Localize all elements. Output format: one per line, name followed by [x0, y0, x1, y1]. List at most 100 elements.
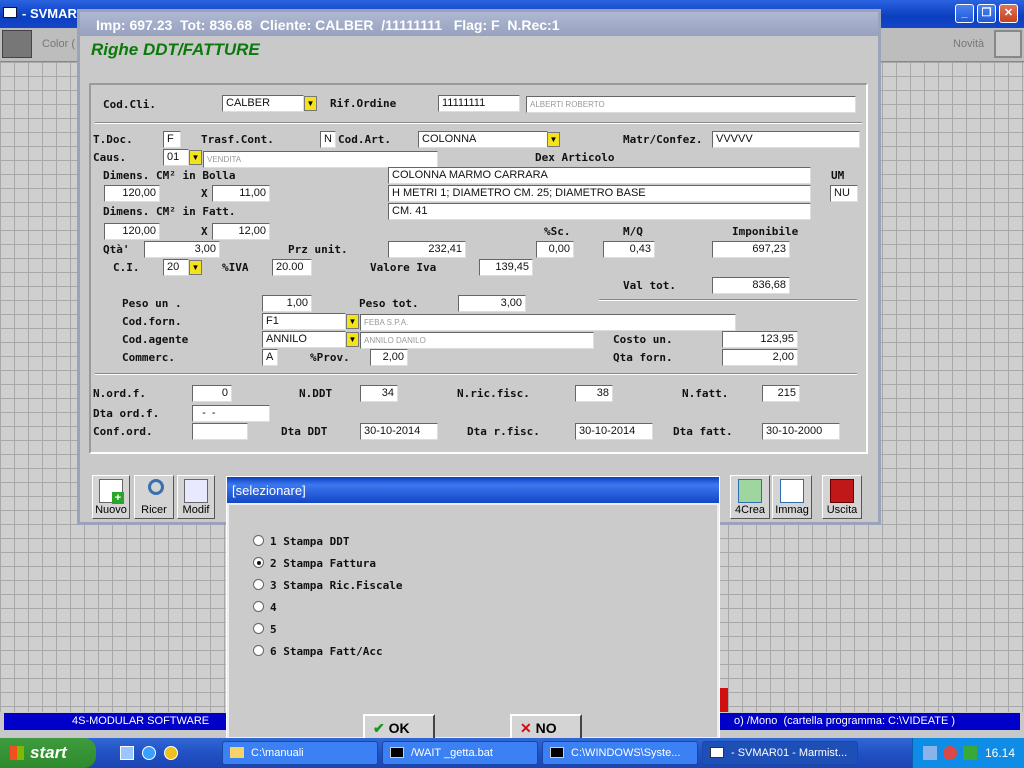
option-stampa-ddt[interactable]: 1 Stampa DDT	[253, 535, 349, 548]
status-red-marker	[720, 688, 728, 712]
cod-forn-field[interactable]: F1	[262, 313, 346, 330]
option-label: 3 Stampa Ric.Fiscale	[270, 579, 403, 592]
dex-line-2-field[interactable]: H METRI 1; DIAMETRO CM. 25; DIAMETRO BAS…	[388, 185, 811, 202]
conf-ord-field[interactable]	[192, 423, 248, 440]
costo-un-field[interactable]: 123,95	[722, 331, 798, 348]
maximize-button[interactable]: ❐	[977, 4, 996, 23]
start-button[interactable]: start	[0, 738, 96, 768]
dta-fatt-field[interactable]: 30-10-2000	[762, 423, 840, 440]
nfatt-field[interactable]: 215	[762, 385, 800, 402]
task-manuali[interactable]: C:\manuali	[222, 741, 378, 765]
dim-bolla-b-field[interactable]: 11,00	[212, 185, 270, 202]
trasf-field[interactable]: N	[320, 131, 336, 148]
cod-cli-dropdown-icon[interactable]: ▼	[304, 96, 317, 111]
color-label: Color (	[42, 38, 76, 50]
cod-agente-dropdown-icon[interactable]: ▼	[346, 332, 359, 347]
edit-document-icon	[184, 479, 208, 503]
rif-ordine-field[interactable]: 11111111	[438, 95, 520, 112]
um-field[interactable]: NU	[830, 185, 858, 202]
imponibile-field[interactable]: 697,23	[712, 241, 790, 258]
modifica-label: Modif	[182, 504, 210, 516]
nuovo-button[interactable]: + Nuovo	[92, 475, 130, 519]
mq-field[interactable]: 0,43	[603, 241, 655, 258]
ci-field[interactable]: 20	[163, 259, 189, 276]
sconto-label: %Sc.	[544, 225, 571, 238]
val-tot-field[interactable]: 836,68	[712, 277, 790, 294]
cod-forn-label: Cod.forn.	[122, 315, 182, 328]
dim-fatt-a-field[interactable]: 120,00	[104, 223, 160, 240]
quicklaunch-ie-icon[interactable]	[142, 746, 156, 760]
peso-un-label: Peso un .	[122, 297, 182, 310]
quicklaunch-desktop-icon[interactable]	[120, 746, 134, 760]
network-icon[interactable]	[923, 746, 937, 760]
matr-field[interactable]: VVVVV	[712, 131, 860, 148]
um-label: UM	[831, 169, 845, 182]
qta-field[interactable]: 3,00	[144, 241, 220, 258]
dta-rfisc-field[interactable]: 30-10-2014	[575, 423, 653, 440]
start-label: start	[30, 743, 67, 762]
form-panel: Cod.Cli. CALBER ▼ Rif.Ordine 11111111 AL…	[89, 83, 868, 454]
caus-field[interactable]: 01	[163, 149, 189, 166]
uscita-button[interactable]: Uscita	[822, 475, 862, 519]
dex-line-3-field[interactable]: CM. 41	[388, 203, 811, 220]
minimize-button[interactable]: _	[955, 4, 974, 23]
option-4[interactable]: 4	[253, 601, 277, 614]
task-svmar01[interactable]: - SVMAR01 - Marmist...	[702, 741, 858, 765]
toolbar-handle[interactable]	[2, 30, 32, 58]
valore-iva-label: Valore Iva	[370, 261, 437, 274]
task-wait-getta[interactable]: /WAIT _getta.bat	[382, 741, 538, 765]
quicklaunch-media-icon[interactable]	[164, 746, 178, 760]
qta-forn-field[interactable]: 2,00	[722, 349, 798, 366]
dim-bolla-a-field[interactable]: 120,00	[104, 185, 160, 202]
dta-ordf-field[interactable]: - -	[192, 405, 270, 422]
task-windows-system[interactable]: C:\WINDOWS\Syste...	[542, 741, 698, 765]
cod-forn-dropdown-icon[interactable]: ▼	[346, 314, 359, 329]
option-5[interactable]: 5	[253, 623, 277, 636]
option-stampa-ric-fiscale[interactable]: 3 Stampa Ric.Fiscale	[253, 579, 402, 592]
crea-button[interactable]: 4Crea	[730, 475, 770, 519]
prov-field[interactable]: 2,00	[370, 349, 408, 366]
novita-button[interactable]	[994, 30, 1022, 58]
cod-art-field[interactable]: COLONNA	[418, 131, 548, 148]
security-icon[interactable]	[963, 746, 977, 760]
dim-bolla-label: Dimens. CM² in Bolla	[103, 169, 236, 182]
close-button[interactable]: ✕	[999, 4, 1018, 23]
dta-ddt-field[interactable]: 30-10-2014	[360, 423, 438, 440]
cod-art-dropdown-icon[interactable]: ▼	[547, 132, 560, 147]
peso-tot-field[interactable]: 3,00	[458, 295, 526, 312]
ricerca-button[interactable]: Ricer	[134, 475, 174, 519]
peso-un-field[interactable]: 1,00	[262, 295, 312, 312]
cod-agente-field[interactable]: ANNILO	[262, 331, 346, 348]
dex-line-1-field[interactable]: COLONNA MARMO CARRARA	[388, 167, 811, 184]
mq-label: M/Q	[623, 225, 643, 238]
prov-label: %Prov.	[310, 351, 350, 364]
cod-cli-field[interactable]: CALBER	[222, 95, 304, 112]
caus-dropdown-icon[interactable]: ▼	[189, 150, 202, 165]
sconto-field[interactable]: 0,00	[536, 241, 574, 258]
iva-field[interactable]: 20.00	[272, 259, 312, 276]
uscita-label: Uscita	[826, 504, 858, 516]
image-card-icon	[780, 479, 804, 503]
people-icon[interactable]	[943, 746, 957, 760]
separator	[95, 122, 862, 124]
nordf-field[interactable]: 0	[192, 385, 232, 402]
form-heading: Righe DDT/FATTURE	[91, 40, 260, 59]
option-stampa-fattura[interactable]: 2 Stampa Fattura	[253, 557, 376, 570]
valore-iva-field[interactable]: 139,45	[479, 259, 533, 276]
tdoc-field[interactable]: F	[163, 131, 181, 148]
cliente-nome-field: ALBERTI ROBERTO	[526, 96, 856, 113]
prz-unit-field[interactable]: 232,41	[388, 241, 466, 258]
nddt-field[interactable]: 34	[360, 385, 398, 402]
iva-label: %IVA	[222, 261, 249, 274]
imponibile-label: Imponibile	[732, 225, 799, 238]
dim-fatt-b-field[interactable]: 12,00	[212, 223, 270, 240]
modifica-button[interactable]: Modif	[177, 475, 215, 519]
commerc-field[interactable]: A	[262, 349, 278, 366]
nric-field[interactable]: 38	[575, 385, 613, 402]
nric-label: N.ric.fisc.	[457, 387, 530, 400]
radio-icon	[253, 579, 264, 590]
option-stampa-fatt-acc[interactable]: 6 Stampa Fatt/Acc	[253, 645, 383, 658]
immagine-button[interactable]: Immag	[772, 475, 812, 519]
ci-dropdown-icon[interactable]: ▼	[189, 260, 202, 275]
console-icon	[390, 747, 404, 758]
